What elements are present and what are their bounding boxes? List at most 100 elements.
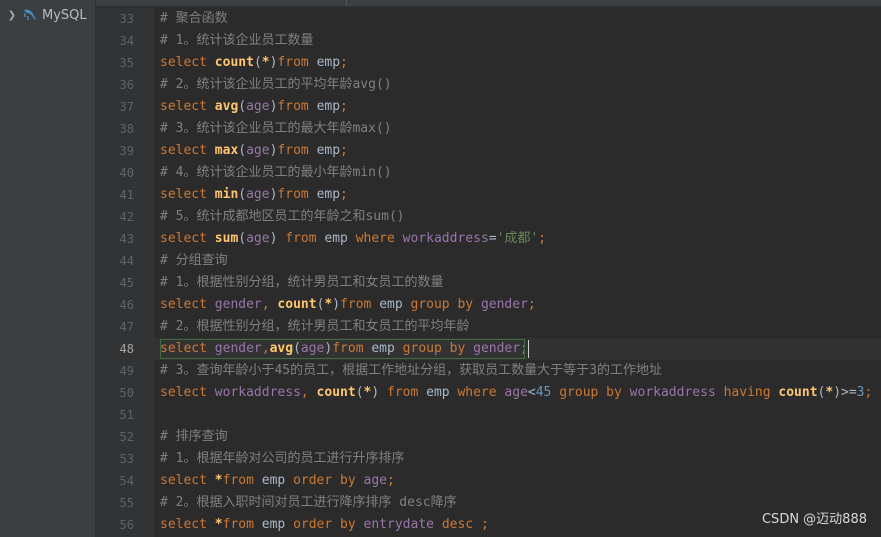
code-token: max (214, 143, 239, 158)
code-line[interactable]: # 分组查询 (160, 250, 228, 272)
code-token: age (300, 341, 325, 356)
code-token: emp (324, 231, 356, 246)
code-line[interactable]: select workaddress, count(*) from emp wh… (160, 382, 872, 404)
code-token: < (527, 385, 536, 400)
code-token: age (246, 143, 270, 158)
code-token: workaddress (402, 231, 489, 246)
tree-item-mysql[interactable]: ❯ MySQL (6, 5, 87, 25)
code-line[interactable]: # 1。根据性别分组，统计男员工和女员工的数量 (160, 272, 443, 294)
code-token: from (277, 55, 317, 70)
line-number: 54 (119, 474, 134, 488)
code-token: from (332, 341, 372, 356)
code-line[interactable]: select *from emp order by entrydate desc… (160, 514, 489, 536)
code-token: ) (269, 231, 286, 246)
code-token: * (261, 55, 270, 70)
code-token: ; (340, 143, 348, 158)
code-token: gender (473, 341, 521, 356)
code-token: select (160, 385, 215, 400)
line-number: 35 (119, 56, 134, 70)
code-token: ( (355, 385, 364, 400)
code-token: , (300, 385, 317, 400)
code-line[interactable]: # 2。统计该企业员工的平均年龄avg() (160, 74, 392, 96)
code-token: from (340, 297, 380, 312)
chevron-right-icon[interactable]: ❯ (6, 10, 18, 21)
line-number: 47 (119, 320, 134, 334)
code-token: # 2。根据入职时间对员工进行降序排序 desc降序 (160, 495, 457, 510)
code-token: avg (214, 99, 239, 114)
code-token: age (246, 187, 270, 202)
code-line[interactable]: # 4。统计该企业员工的最小年龄min() (160, 162, 392, 184)
code-token: order by (293, 473, 364, 488)
code-line[interactable]: # 2。根据入职时间对员工进行降序排序 desc降序 (160, 492, 457, 514)
code-token: emp (379, 297, 411, 312)
line-number: 42 (119, 210, 134, 224)
code-token: ( (238, 231, 247, 246)
code-token: from (277, 99, 317, 114)
mysql-dolphin-icon (24, 9, 36, 20)
code-token: select (160, 187, 215, 202)
code-token: age (246, 99, 270, 114)
line-number: 39 (119, 144, 134, 158)
code-token: emp (261, 517, 294, 532)
code-token: '成都' (496, 231, 539, 246)
code-line[interactable]: select count(*)from emp; (160, 52, 348, 74)
code-line[interactable]: # 3。统计该企业员工的最大年龄max() (160, 118, 392, 140)
code-line[interactable]: # 1。统计该企业员工数量 (160, 30, 313, 52)
code-token: # 1。根据年龄对公司的员工进行升序排序 (160, 451, 405, 466)
code-token: * (214, 517, 223, 532)
code-token: 45 (535, 385, 560, 400)
code-line[interactable]: select max(age)from emp; (160, 140, 348, 162)
editor-tab-strip (96, 0, 881, 7)
code-token: , (261, 341, 270, 356)
code-line[interactable]: select *from emp order by age; (160, 470, 395, 492)
code-token: # 1。根据性别分组，统计男员工和女员工的数量 (160, 275, 444, 290)
code-line[interactable]: # 3。查询年龄小于45的员工，根据工作地址分组，获取员工数量大于等于3的工作地… (160, 360, 662, 382)
code-token: # 排序查询 (160, 429, 228, 444)
code-token: entrydate (363, 517, 442, 532)
code-token: order by (293, 517, 364, 532)
code-token: gender (214, 341, 262, 356)
code-token: 3 (856, 385, 865, 400)
code-token: where (457, 385, 505, 400)
line-number: 52 (119, 430, 134, 444)
code-token: # 3。统计该企业员工的最大年龄max() (160, 121, 392, 136)
code-token: from (222, 473, 262, 488)
code-token: group by (402, 341, 474, 356)
code-line[interactable]: select gender, count(*)from emp group by… (160, 294, 536, 316)
code-token: gender (214, 297, 262, 312)
database-explorer-panel: ❯ MySQL (0, 0, 96, 537)
code-token: from (277, 143, 317, 158)
code-token: ( (293, 341, 301, 356)
line-number: 38 (119, 122, 134, 136)
line-number-gutter: 33 34 35 36 37 38 39 40 41 42 43 44 45 46 47 48 49 50 51 52… (96, 8, 154, 537)
code-token: select (160, 473, 215, 488)
code-token: # 1。统计该企业员工数量 (160, 33, 314, 48)
code-token: from (222, 517, 262, 532)
code-token: select (160, 55, 215, 70)
code-line[interactable]: # 1。根据年龄对公司的员工进行升序排序 (160, 448, 404, 470)
code-line[interactable]: select avg(age)from emp; (160, 96, 348, 118)
code-editor[interactable]: # 聚合函数 # 1。统计该企业员工数量 select count(*)from e… (154, 8, 881, 537)
code-token: ( (238, 187, 247, 202)
code-token: )>= (833, 385, 857, 400)
code-token: from (387, 385, 427, 400)
code-token: age (246, 231, 270, 246)
line-number: 43 (119, 232, 134, 246)
code-line[interactable]: select min(age)from emp; (160, 184, 348, 206)
code-line[interactable]: select gender,avg(age)from emp group by … (160, 338, 528, 360)
code-token: emp (316, 143, 341, 158)
code-token: avg (269, 341, 294, 356)
code-token: desc (441, 517, 481, 532)
code-line[interactable]: # 2。根据性别分组，统计男员工和女员工的平均年龄 (160, 316, 469, 338)
code-token: count (778, 385, 818, 400)
code-token: ; (387, 473, 395, 488)
code-token: emp (371, 341, 403, 356)
code-line[interactable]: # 排序查询 (160, 426, 228, 448)
code-token: where (355, 231, 403, 246)
watermark: CSDN @迈动888 (761, 512, 867, 527)
code-line[interactable]: # 5。统计成都地区员工的年龄之和sum() (160, 206, 405, 228)
code-token: emp (316, 99, 341, 114)
code-line[interactable]: # 聚合函数 (160, 8, 228, 30)
code-token: ) (371, 385, 387, 400)
code-line[interactable]: select sum(age) from emp where workaddre… (160, 228, 546, 250)
